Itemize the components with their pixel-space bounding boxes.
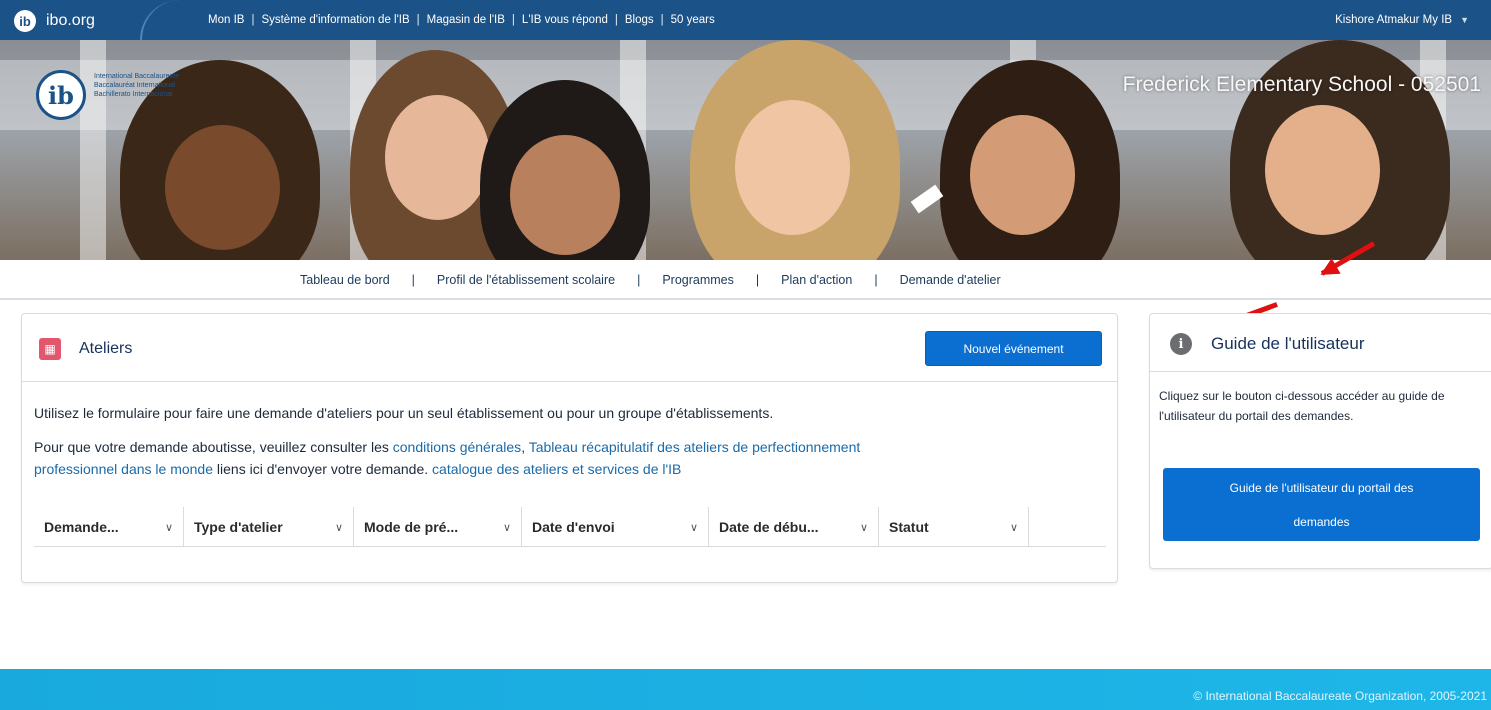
calendar-icon: ▦	[39, 338, 61, 360]
user-guide-title: Guide de l'utilisateur	[1211, 334, 1365, 353]
nav-demande-atelier[interactable]: Demande d'atelier	[900, 273, 1001, 287]
workshops-card: ▦ Ateliers Nouvel événement Utilisez le …	[21, 313, 1118, 583]
chevron-down-icon: ▼	[1460, 15, 1469, 25]
user-guide-button[interactable]: Guide de l'utilisateur du portail des de…	[1163, 468, 1480, 541]
chevron-down-icon[interactable]: ∨	[690, 521, 698, 534]
info-icon: i	[1170, 333, 1192, 355]
org-names: International Baccalaureate Baccalauréat…	[94, 73, 180, 98]
chevron-down-icon[interactable]: ∨	[1010, 521, 1018, 534]
workshops-title: Ateliers	[79, 340, 133, 357]
user-guide-header: i Guide de l'utilisateur	[1150, 314, 1491, 372]
top-link-ib-vous-repond[interactable]: L'IB vous répond	[522, 14, 608, 26]
user-menu[interactable]: Kishore Atmakur My IB ▼	[1335, 0, 1469, 40]
student-face	[385, 95, 490, 220]
ib-logo-icon: ib	[14, 10, 36, 32]
workshops-description: Utilisez le formulaire pour faire une de…	[22, 382, 1117, 480]
user-guide-card: i Guide de l'utilisateur Cliquez sur le …	[1149, 313, 1491, 569]
column-type-atelier[interactable]: Type d'atelier ∨	[184, 507, 354, 547]
school-nav: Tableau de bord | Profil de l'établissem…	[0, 260, 1491, 300]
user-name: Kishore Atmakur My IB	[1335, 14, 1453, 26]
instructions-text: Pour que votre demande aboutisse, veuill…	[34, 439, 861, 477]
site-name: ibo.org	[46, 12, 95, 29]
requests-table-header: Demande... ∨ Type d'atelier ∨ Mode de pré.…	[34, 507, 1106, 547]
top-link-magasin[interactable]: Magasin de l'IB	[427, 14, 505, 26]
student-face	[165, 125, 280, 250]
student-face	[970, 115, 1075, 235]
column-date-debut[interactable]: Date de débu... ∨	[709, 507, 879, 547]
top-link-blogs[interactable]: Blogs	[625, 14, 654, 26]
copyright-text: © International Baccalaureate Organizati…	[1193, 689, 1487, 703]
catalogue-link[interactable]: catalogue des ateliers et services de l'…	[432, 461, 681, 477]
ibo-logo-link[interactable]: ib ibo.org	[14, 8, 95, 34]
column-mode[interactable]: Mode de pré... ∨	[354, 507, 522, 547]
conditions-link[interactable]: conditions générales	[393, 439, 521, 455]
nav-programmes[interactable]: Programmes	[662, 273, 734, 287]
chevron-down-icon[interactable]: ∨	[860, 521, 868, 534]
workshops-header: ▦ Ateliers Nouvel événement	[22, 314, 1117, 382]
new-event-button[interactable]: Nouvel événement	[925, 331, 1102, 366]
chevron-down-icon[interactable]: ∨	[335, 521, 343, 534]
chevron-down-icon[interactable]: ∨	[165, 521, 173, 534]
nav-tableau-de-bord[interactable]: Tableau de bord	[300, 273, 390, 287]
student-face	[510, 135, 620, 255]
footer: © International Baccalaureate Organizati…	[0, 669, 1491, 710]
student-face	[735, 100, 850, 235]
top-link-systeme-information[interactable]: Système d'information de l'IB	[261, 14, 409, 26]
top-nav: Mon IB | Système d'information de l'IB |…	[208, 14, 715, 26]
top-link-50-years[interactable]: 50 years	[671, 14, 715, 26]
nav-plan-action[interactable]: Plan d'action	[781, 273, 852, 287]
nav-profil-etablissement[interactable]: Profil de l'établissement scolaire	[437, 273, 615, 287]
white-marker	[910, 184, 944, 214]
intro-text: Utilisez le formulaire pour faire une de…	[34, 405, 774, 421]
column-statut[interactable]: Statut ∨	[879, 507, 1029, 547]
column-demande[interactable]: Demande... ∨	[34, 507, 184, 547]
user-guide-text: Cliquez sur le bouton ci-dessous accéder…	[1159, 389, 1445, 423]
column-date-envoi[interactable]: Date d'envoi ∨	[522, 507, 709, 547]
summary-table-link-cont[interactable]: professionnel dans le monde	[34, 461, 213, 477]
student-face	[1265, 105, 1380, 235]
chevron-down-icon[interactable]: ∨	[503, 521, 511, 534]
summary-table-link[interactable]: Tableau récapitulatif des ateliers de pe…	[529, 439, 861, 455]
decorative-curve	[140, 0, 180, 40]
top-bar: ib ibo.org Mon IB | Système d'informatio…	[0, 0, 1491, 40]
hero-banner: ib International Baccalaureate Baccalaur…	[0, 40, 1491, 260]
ib-logo-icon: ib	[36, 70, 86, 120]
ib-organization-logo: ib International Baccalaureate Baccalaur…	[36, 70, 179, 120]
top-link-mon-ib[interactable]: Mon IB	[208, 14, 244, 26]
school-name: Frederick Elementary School - 052501	[1122, 73, 1481, 96]
